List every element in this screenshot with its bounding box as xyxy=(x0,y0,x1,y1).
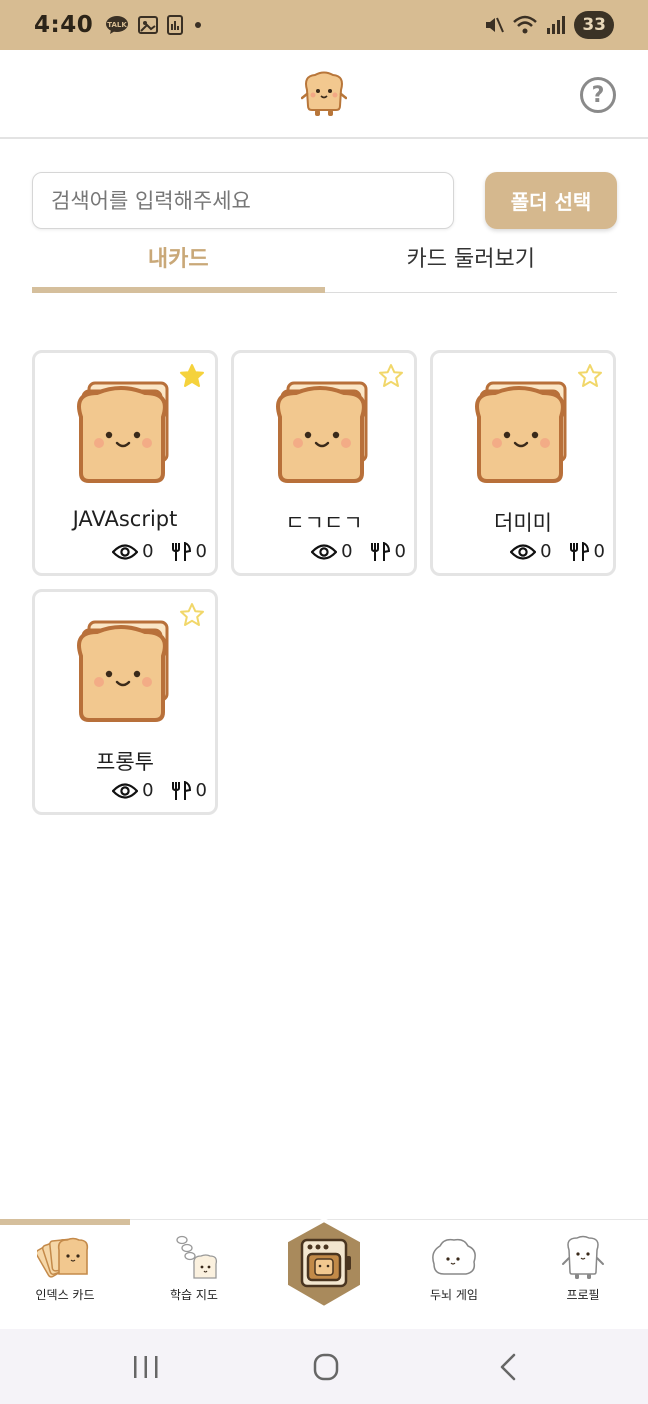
index-card[interactable]: JAVAscript 0 0 xyxy=(32,350,218,576)
card-stats: 0 0 xyxy=(112,780,207,801)
nav-item-brain-game[interactable]: 두뇌 게임 xyxy=(389,1234,519,1303)
nav-label-index-cards: 인덱스 카드 xyxy=(35,1288,95,1302)
toast-card-icon xyxy=(77,381,169,483)
toast-card-icon xyxy=(475,381,567,483)
nav-label-profile: 프로필 xyxy=(566,1288,600,1302)
fork-knife-icon xyxy=(171,780,191,800)
star-outline-icon[interactable] xyxy=(378,363,404,389)
card-forks-count: 0 xyxy=(195,541,207,562)
app-header: ? xyxy=(0,50,648,139)
card-stats: 0 0 xyxy=(510,541,605,562)
card-views-count: 0 xyxy=(341,541,353,562)
nav-item-oven[interactable] xyxy=(282,1216,366,1312)
card-views-count: 0 xyxy=(142,780,154,801)
talk-icon: TALK xyxy=(106,16,129,34)
folder-select-button[interactable]: 폴더 선택 xyxy=(485,172,617,229)
card-forks-count: 0 xyxy=(195,780,207,801)
star-outline-icon[interactable] xyxy=(179,602,205,628)
battery-indicator: 33 xyxy=(574,11,614,39)
status-notification-icons: TALK xyxy=(105,15,205,35)
help-button-label: ? xyxy=(591,82,605,108)
index-card[interactable]: 프롱투 0 0 xyxy=(32,589,218,815)
card-views-count: 0 xyxy=(540,541,552,562)
dot-icon xyxy=(195,22,202,28)
toast-card-icon xyxy=(276,381,368,483)
back-icon[interactable] xyxy=(488,1351,528,1383)
nav-item-index-cards[interactable]: 인덱스 카드 xyxy=(0,1234,130,1303)
card-stats: 0 0 xyxy=(112,541,207,562)
gallery-icon xyxy=(138,16,159,34)
tab-browse-cards[interactable]: 카드 둘러보기 xyxy=(325,240,618,292)
fork-knife-icon xyxy=(370,541,390,561)
wifi-icon xyxy=(513,15,538,34)
mute-icon xyxy=(486,17,505,33)
card-title: 프롱투 xyxy=(96,750,154,774)
system-nav-bar xyxy=(0,1329,648,1404)
card-tabs: 내카드 카드 둘러보기 xyxy=(32,240,617,293)
stats-icon xyxy=(167,15,184,35)
index-card[interactable]: ㄷㄱㄷㄱ 0 0 xyxy=(231,350,417,576)
status-bar: 4:40 TALK 33 xyxy=(0,0,648,50)
index-cards-icon xyxy=(37,1237,89,1278)
help-button[interactable]: ? xyxy=(580,77,616,113)
home-icon[interactable] xyxy=(306,1351,346,1383)
fork-knife-icon xyxy=(171,541,191,561)
brain-game-icon xyxy=(432,1238,476,1275)
recent-apps-icon[interactable] xyxy=(126,1351,166,1383)
bottom-nav: 인덱스 카드 학습 지도 두뇌 게임 프로필 xyxy=(0,1216,648,1329)
eye-icon xyxy=(112,782,139,799)
card-forks-count: 0 xyxy=(394,541,406,562)
toast-mascot-icon xyxy=(301,71,347,116)
fork-knife-icon xyxy=(569,541,589,561)
nav-item-learning-map[interactable]: 학습 지도 xyxy=(129,1234,259,1303)
nav-label-learning-map: 학습 지도 xyxy=(170,1288,218,1302)
svg-text:TALK: TALK xyxy=(107,21,127,29)
tab-my-cards[interactable]: 내카드 xyxy=(32,240,325,293)
card-title: ㄷㄱㄷㄱ xyxy=(285,511,363,535)
card-title: JAVAscript xyxy=(72,507,178,531)
star-filled-icon[interactable] xyxy=(179,363,205,389)
profile-icon xyxy=(562,1235,604,1279)
oven-icon xyxy=(284,1217,364,1311)
card-title: 더미미 xyxy=(494,511,552,535)
card-stats: 0 0 xyxy=(311,541,406,562)
eye-icon xyxy=(510,543,537,560)
status-system-icons: 33 xyxy=(483,11,614,39)
nav-active-indicator xyxy=(0,1219,130,1225)
status-time: 4:40 xyxy=(34,12,94,38)
card-views-count: 0 xyxy=(142,541,154,562)
card-forks-count: 0 xyxy=(593,541,605,562)
eye-icon xyxy=(112,543,139,560)
signal-icon xyxy=(547,16,566,34)
learning-map-icon xyxy=(176,1235,218,1279)
search-input[interactable] xyxy=(32,172,454,229)
eye-icon xyxy=(311,543,338,560)
nav-item-profile[interactable]: 프로필 xyxy=(518,1234,648,1303)
toast-card-icon xyxy=(77,620,169,722)
star-outline-icon[interactable] xyxy=(577,363,603,389)
index-card[interactable]: 더미미 0 0 xyxy=(430,350,616,576)
nav-label-brain-game: 두뇌 게임 xyxy=(430,1288,478,1302)
